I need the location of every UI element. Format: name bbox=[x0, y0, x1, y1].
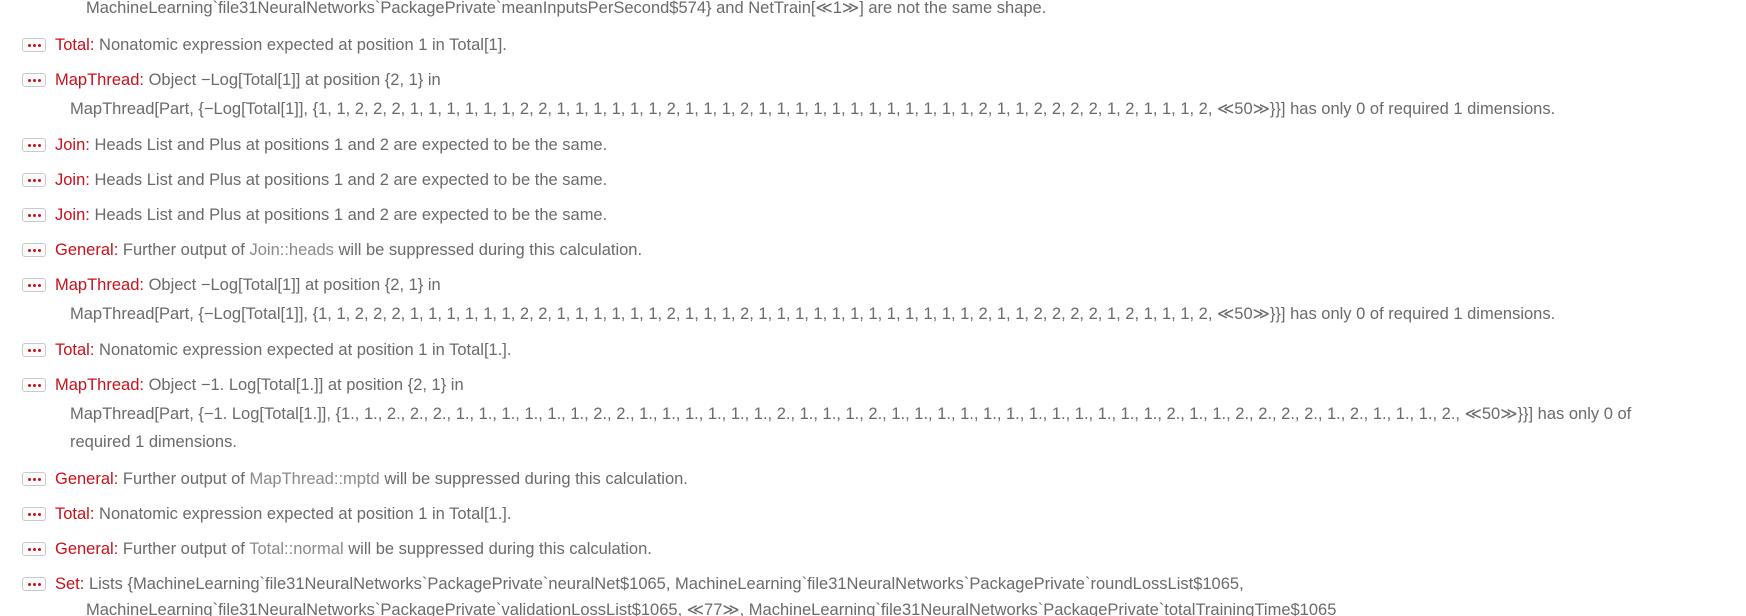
message-line: Total: Nonatomic expression expected at … bbox=[55, 504, 511, 524]
ellipsis-message-icon bbox=[28, 384, 31, 387]
message-symbol: MapThread: bbox=[55, 71, 144, 89]
message-text: Nonatomic expression expected at positio… bbox=[99, 505, 512, 523]
message-line: MapThread: Object −1. Log[Total[1.]] at … bbox=[55, 375, 464, 395]
message-line: Total: Nonatomic expression expected at … bbox=[55, 340, 511, 360]
ellipsis-message-icon bbox=[28, 478, 31, 481]
message-menu-button[interactable] bbox=[22, 138, 46, 152]
message-symbol: Total: bbox=[55, 341, 95, 359]
message-detail: MapThread[Part, {−Log[Total[1]], {1, 1, … bbox=[70, 305, 1556, 323]
ellipsis-message-icon bbox=[28, 179, 31, 182]
message-text: Heads List and Plus at positions 1 and 2… bbox=[94, 171, 608, 189]
ellipsis-message-icon bbox=[28, 44, 31, 47]
message-symbol: Total: bbox=[55, 505, 95, 523]
message-menu-button[interactable] bbox=[22, 278, 46, 292]
message-detail: required 1 dimensions. bbox=[70, 433, 237, 451]
message-name-link[interactable]: Join::heads bbox=[249, 241, 333, 259]
message-line: MapThread: Object −Log[Total[1]] at posi… bbox=[55, 275, 441, 295]
ellipsis-message-icon bbox=[28, 144, 31, 147]
message-line: Total: Nonatomic expression expected at … bbox=[55, 35, 507, 55]
ellipsis-message-icon bbox=[28, 79, 31, 82]
ellipsis-message-icon bbox=[28, 214, 31, 217]
message-text: Heads List and Plus at positions 1 and 2… bbox=[94, 136, 608, 154]
message-symbol: Set: bbox=[55, 575, 85, 593]
message-menu-button[interactable] bbox=[22, 73, 46, 87]
message-line: General: Further output of Total::normal… bbox=[55, 539, 652, 559]
message-text: will be suppressed during this calculati… bbox=[348, 540, 652, 558]
message-symbol: Join: bbox=[55, 171, 90, 189]
ellipsis-message-icon bbox=[28, 548, 31, 551]
message-name-link[interactable]: MapThread::mptd bbox=[249, 470, 379, 488]
message-text: Further output of bbox=[122, 470, 245, 488]
message-line: Join: Heads List and Plus at positions 1… bbox=[55, 135, 607, 155]
message-text: Object −Log[Total[1]] at position {2, 1}… bbox=[148, 276, 441, 294]
ellipsis-message-icon bbox=[28, 583, 31, 586]
message-symbol: MapThread: bbox=[55, 376, 144, 394]
message-text: Lists {MachineLearning`file31NeuralNetwo… bbox=[88, 575, 1244, 593]
message-symbol: Join: bbox=[55, 206, 90, 224]
message-text: Object −1. Log[Total[1.]] at position {2… bbox=[148, 376, 464, 394]
message-line: General: Further output of MapThread::mp… bbox=[55, 469, 688, 489]
message-menu-button[interactable] bbox=[22, 208, 46, 222]
message-detail: MapThread[Part, {−Log[Total[1]], {1, 1, … bbox=[70, 100, 1556, 118]
message-line: MapThread: Object −Log[Total[1]] at posi… bbox=[55, 70, 441, 90]
message-text: Object −Log[Total[1]] at position {2, 1}… bbox=[148, 71, 441, 89]
message-detail: MachineLearning`file31NeuralNetworks`Pac… bbox=[86, 601, 1337, 616]
message-line: General: Further output of Join::heads w… bbox=[55, 240, 642, 260]
message-menu-button[interactable] bbox=[22, 243, 46, 257]
message-menu-button[interactable] bbox=[22, 38, 46, 52]
message-symbol: MapThread: bbox=[55, 276, 144, 294]
message-text: Heads List and Plus at positions 1 and 2… bbox=[94, 206, 608, 224]
message-menu-button[interactable] bbox=[22, 542, 46, 556]
message-menu-button[interactable] bbox=[22, 577, 46, 591]
message-symbol: General: bbox=[55, 470, 119, 488]
message-menu-button[interactable] bbox=[22, 378, 46, 392]
message-text: Further output of bbox=[122, 540, 245, 558]
message-symbol: General: bbox=[55, 540, 119, 558]
message-text: will be suppressed during this calculati… bbox=[338, 241, 643, 259]
message-text: Nonatomic expression expected at positio… bbox=[99, 36, 507, 54]
message-text: will be suppressed during this calculati… bbox=[384, 470, 688, 488]
message-line: Join: Heads List and Plus at positions 1… bbox=[55, 170, 607, 190]
ellipsis-message-icon bbox=[28, 513, 31, 516]
message-name-link[interactable]: Total::normal bbox=[249, 540, 343, 558]
message-symbol: General: bbox=[55, 241, 119, 259]
message-text: Nonatomic expression expected at positio… bbox=[99, 341, 512, 359]
message-menu-button[interactable] bbox=[22, 472, 46, 486]
message-menu-button[interactable] bbox=[22, 173, 46, 187]
ellipsis-message-icon bbox=[28, 249, 31, 252]
message-line: Set: Lists {MachineLearning`file31Neural… bbox=[55, 574, 1244, 594]
message-symbol: Total: bbox=[55, 36, 95, 54]
ellipsis-message-icon bbox=[28, 349, 31, 352]
message-detail: MapThread[Part, {−1. Log[Total[1.]], {1.… bbox=[70, 405, 1632, 423]
message-menu-button[interactable] bbox=[22, 343, 46, 357]
ellipsis-message-icon bbox=[28, 284, 31, 287]
message-symbol: Join: bbox=[55, 136, 90, 154]
message-menu-button[interactable] bbox=[22, 507, 46, 521]
message-line: Join: Heads List and Plus at positions 1… bbox=[55, 205, 607, 225]
message-continuation: MachineLearning`file31NeuralNetworks`Pac… bbox=[86, 0, 1047, 17]
message-text: Further output of bbox=[122, 241, 245, 259]
